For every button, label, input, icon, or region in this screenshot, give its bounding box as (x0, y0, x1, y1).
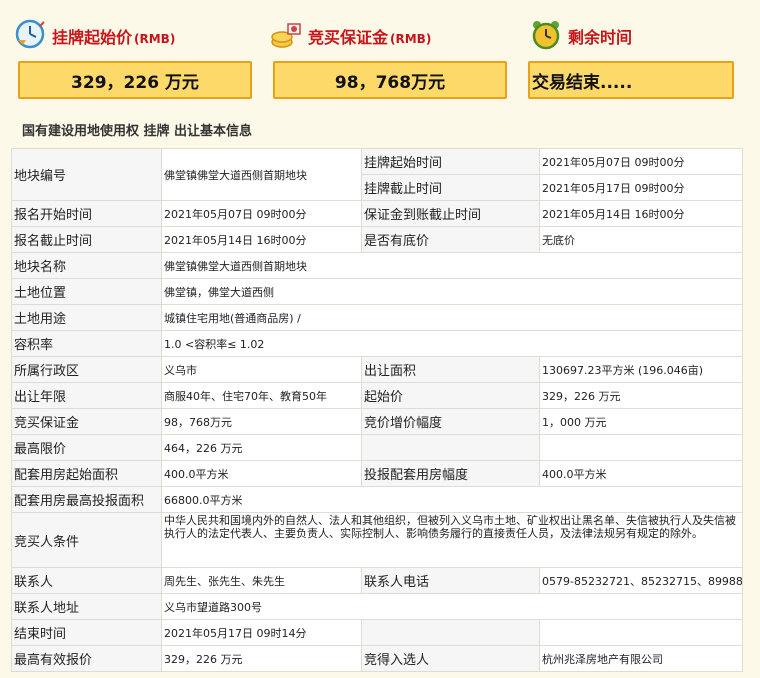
plot-name-value: 佛堂镇佛堂大道西侧首期地块 (161, 252, 743, 279)
empty-cell (361, 434, 540, 461)
far-label: 容积率 (11, 330, 162, 357)
empty-cell (539, 619, 743, 646)
start-price-box: 329，226 万元 (18, 61, 252, 99)
reg-end-value: 2021年05月14日 16时00分 (161, 226, 362, 253)
contact-label: 联系人 (11, 567, 162, 594)
contact-value: 周先生、张先生、朱先生 (161, 567, 362, 594)
table-row: 报名开始时间 2021年05月07日 09时00分 保证金到账截止时间 2021… (11, 200, 743, 227)
winner-label: 竞得入选人 (361, 645, 540, 672)
empty-cell (361, 619, 540, 646)
usage-value: 城镇住宅用地(普通商品房) / (161, 304, 743, 331)
time-value: 交易结束..... (532, 72, 633, 93)
table-row: 容积率 1.0 <容积率≤ 1.02 (11, 330, 743, 357)
empty-cell (539, 434, 743, 461)
usage-label: 土地用途 (11, 304, 162, 331)
bidder-value: 中华人民共和国境内外的自然人、法人和其他组织，但被列入义乌市土地、矿业权出让黑名… (161, 512, 743, 568)
table-row: 出让年限 商服40年、住宅70年、教育50年 起始价 329，226 万元 (11, 382, 743, 409)
table-row: 地块编号 佛堂镇佛堂大道西侧首期地块 挂牌起始时间 2021年05月07日 09… (11, 148, 743, 201)
table-row: 配套用房最高投报面积 66800.0平方米 (11, 486, 743, 513)
term-label: 出让年限 (11, 382, 162, 409)
land-info-table: 地块编号 佛堂镇佛堂大道西侧首期地块 挂牌起始时间 2021年05月07日 09… (11, 148, 743, 672)
table-row: 所属行政区 义乌市 出让面积 130697.23平方米 (196.046亩) (11, 356, 743, 383)
section-title: 国有建设用地使用权 挂牌 出让基本信息 (22, 124, 253, 139)
listing-start-label: 挂牌起始时间 (361, 148, 540, 175)
listing-end-label: 挂牌截止时间 (361, 174, 540, 201)
plot-no-value: 佛堂镇佛堂大道西侧首期地块 (161, 148, 362, 201)
deposit-label: 竞买保证金 (RMB) (308, 28, 432, 47)
end-time-value: 2021年05月17日 09时14分 (161, 619, 362, 646)
time-label: 剩余时间 (568, 28, 633, 47)
table-row: 联系人地址 义乌市望道路300号 (11, 593, 743, 620)
deposit-box: 98，768万元 (273, 61, 507, 99)
table-row: 地块名称 佛堂镇佛堂大道西侧首期地块 (11, 252, 743, 279)
start-price-value: 329，226 万元 (71, 72, 199, 93)
housing-start-value: 400.0平方米 (161, 460, 362, 487)
deposit-deadline-label: 保证金到账截止时间 (361, 200, 540, 227)
table-row: 结束时间 2021年05月17日 09时14分 (11, 619, 743, 646)
far-value: 1.0 <容积率≤ 1.02 (161, 330, 743, 357)
table-row: 最高有效报价 329，226 万元 竞得入选人 杭州兆泽房地产有限公司 (11, 645, 743, 672)
phone-value: 0579-85232721、85232715、89988060 (539, 567, 743, 594)
address-label: 联系人地址 (11, 593, 162, 620)
phone-label: 联系人电话 (361, 567, 540, 594)
table-row: 配套用房起始面积 400.0平方米 投报配套用房幅度 400.0平方米 (11, 460, 743, 487)
housing-start-label: 配套用房起始面积 (11, 460, 162, 487)
table-row: 竞买保证金 98，768万元 竞价增价幅度 1，000 万元 (11, 408, 743, 435)
deposit-value: 98，768万元 (334, 72, 446, 93)
table-row: 联系人 周先生、张先生、朱先生 联系人电话 0579-85232721、8523… (11, 567, 743, 594)
start-price-row-value: 329，226 万元 (539, 382, 743, 409)
reg-end-label: 报名截止时间 (11, 226, 162, 253)
max-price-value: 464，226 万元 (161, 434, 362, 461)
reg-start-value: 2021年05月07日 09时00分 (161, 200, 362, 227)
winner-value: 杭州兆泽房地产有限公司 (539, 645, 743, 672)
term-value: 商服40年、住宅70年、教育50年 (161, 382, 362, 409)
table-row: 最高限价 464，226 万元 (11, 434, 743, 461)
reg-start-label: 报名开始时间 (11, 200, 162, 227)
bidder-label: 竞买人条件 (11, 512, 162, 568)
area-value: 130697.23平方米 (196.046亩) (539, 356, 743, 383)
alarm-clock-icon (530, 18, 562, 54)
reserve-label: 是否有底价 (361, 226, 540, 253)
deposit-deadline-value: 2021年05月14日 16时00分 (539, 200, 743, 227)
table-row: 竞买人条件 中华人民共和国境内外的自然人、法人和其他组织，但被列入义乌市土地、矿… (11, 512, 743, 568)
housing-incr-label: 投报配套用房幅度 (361, 460, 540, 487)
location-value: 佛堂镇，佛堂大道西侧 (161, 278, 743, 305)
housing-max-label: 配套用房最高投报面积 (11, 486, 162, 513)
money-icon (270, 18, 302, 54)
district-value: 义乌市 (161, 356, 362, 383)
housing-incr-value: 400.0平方米 (539, 460, 743, 487)
start-price-label: 挂牌起始价 (RMB) (52, 28, 176, 47)
deposit-row-label: 竞买保证金 (11, 408, 162, 435)
location-label: 土地位置 (11, 278, 162, 305)
time-header: 剩余时间 (530, 16, 632, 56)
plot-no-label: 地块编号 (11, 148, 162, 201)
table-row: 土地位置 佛堂镇，佛堂大道西侧 (11, 278, 743, 305)
plot-name-label: 地块名称 (11, 252, 162, 279)
table-row: 土地用途 城镇住宅用地(普通商品房) / (11, 304, 743, 331)
district-label: 所属行政区 (11, 356, 162, 383)
area-label: 出让面积 (361, 356, 540, 383)
time-box: 交易结束..... (528, 61, 734, 99)
deposit-header: 竞买保证金 (RMB) (270, 16, 431, 56)
end-time-label: 结束时间 (11, 619, 162, 646)
top-bid-value: 329，226 万元 (161, 645, 362, 672)
address-value: 义乌市望道路300号 (161, 593, 743, 620)
top-bid-label: 最高有效报价 (11, 645, 162, 672)
increment-label: 竞价增价幅度 (361, 408, 540, 435)
price-clock-icon (14, 18, 46, 54)
increment-value: 1，000 万元 (539, 408, 743, 435)
start-price-row-label: 起始价 (361, 382, 540, 409)
deposit-row-value: 98，768万元 (161, 408, 362, 435)
max-price-label: 最高限价 (11, 434, 162, 461)
reserve-value: 无底价 (539, 226, 743, 253)
listing-end-value: 2021年05月17日 09时00分 (539, 174, 743, 201)
listing-start-value: 2021年05月07日 09时00分 (539, 148, 743, 175)
start-price-header: 挂牌起始价 (RMB) (14, 16, 175, 56)
housing-max-value: 66800.0平方米 (161, 486, 743, 513)
table-row: 报名截止时间 2021年05月14日 16时00分 是否有底价 无底价 (11, 226, 743, 253)
